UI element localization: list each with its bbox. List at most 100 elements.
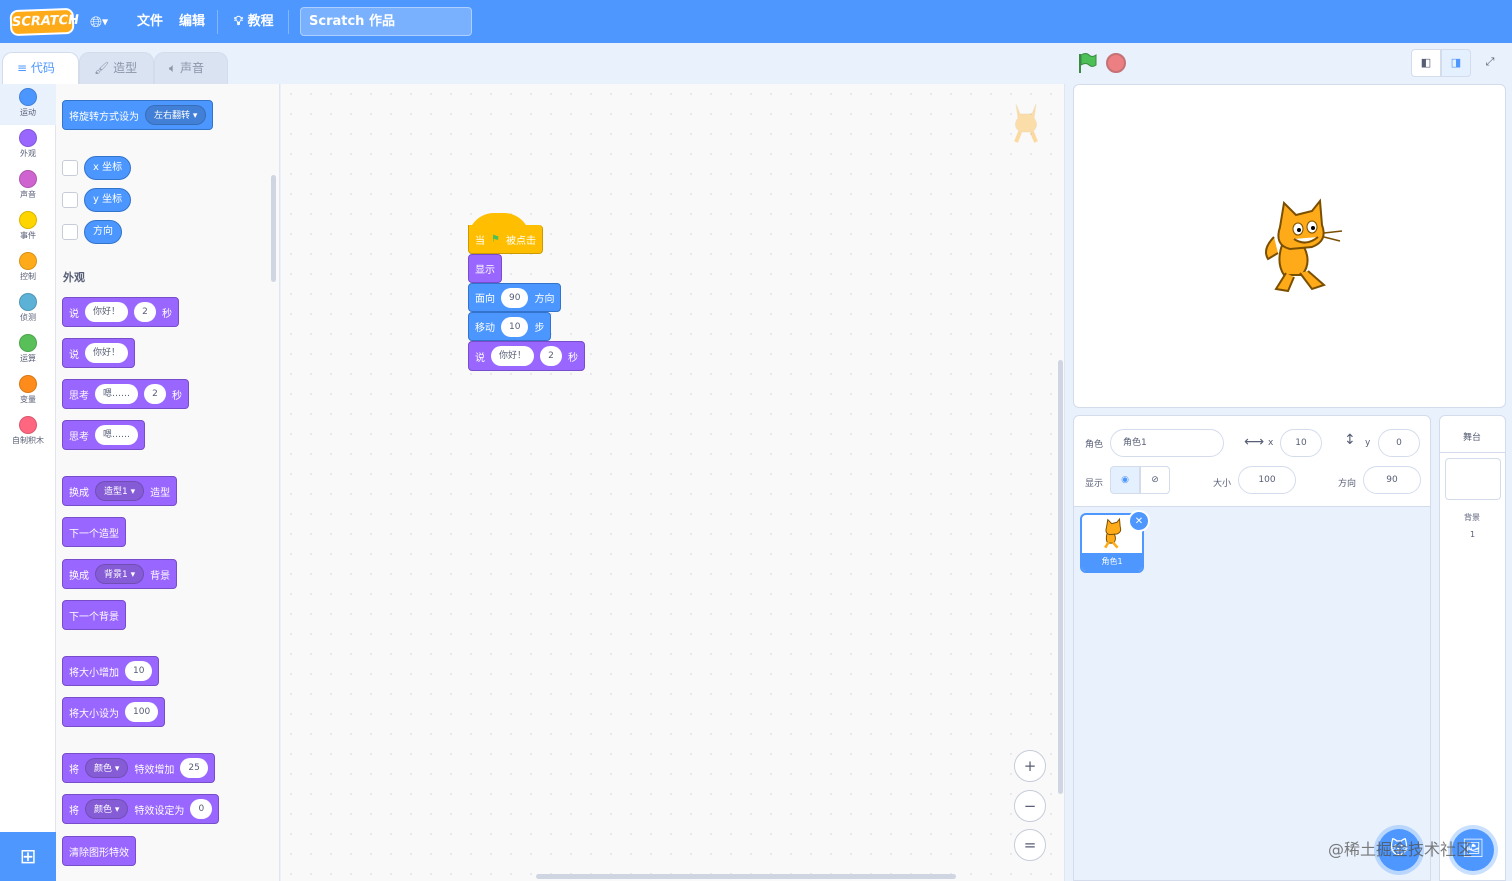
script-when-flag-clicked[interactable]: 当 ⚑ 被点击 (468, 225, 543, 254)
block-switch-costume[interactable]: 换成 造型1 ▾ 造型 (62, 476, 178, 506)
block-change-size[interactable]: 将大小增加 10 (62, 656, 160, 686)
block-next-costume[interactable]: 下一个造型 (62, 517, 126, 547)
delete-sprite-button[interactable]: ✕ (1128, 510, 1150, 532)
costume-dropdown[interactable]: 造型1 ▾ (95, 481, 145, 501)
block-set-size[interactable]: 将大小设为 100 (62, 697, 166, 727)
block-set-rotation-style[interactable]: 将旋转方式设为 左右翻转 ▾ (62, 100, 214, 130)
dropdown-value: 左右翻转 (154, 111, 191, 121)
block-say-for-secs[interactable]: 说 你好！ 2 秒 (62, 297, 180, 327)
category-dot (19, 375, 37, 393)
category-events[interactable]: 事件 (0, 207, 56, 248)
block-think-for-secs[interactable]: 思考 嗯…… 2 秒 (62, 379, 190, 409)
category-motion[interactable]: 运动 (0, 84, 56, 125)
tab-code[interactable]: ≡ 代码 (2, 52, 79, 85)
category-looks[interactable]: 外观 (0, 125, 56, 166)
language-globe-icon[interactable]: 🌐︎▼ (90, 12, 122, 32)
stage-canvas[interactable] (1073, 84, 1506, 408)
message-input[interactable]: 嗯…… (95, 425, 139, 445)
script-move-steps[interactable]: 移动 10 步 (468, 312, 552, 341)
script-point-in-direction[interactable]: 面向 90 方向 (468, 283, 562, 312)
secs-input[interactable]: 2 (144, 384, 167, 404)
size-input[interactable]: 100 (1238, 466, 1296, 494)
direction-input[interactable]: 90 (1363, 466, 1421, 494)
secs-input[interactable]: 2 (540, 346, 563, 366)
rotation-style-dropdown[interactable]: 左右翻转 ▾ (145, 105, 207, 125)
sprite-tile-name: 角色1 (1082, 553, 1142, 571)
script-show[interactable]: 显示 (468, 254, 502, 283)
block-text: 秒 (162, 308, 173, 320)
small-stage-icon: ◧ (1420, 56, 1432, 69)
block-clear-effects[interactable]: 清除图形特效 (62, 836, 136, 866)
project-title-input[interactable]: Scratch 作品 (300, 7, 472, 36)
large-stage-button[interactable]: ◨ (1441, 49, 1471, 77)
category-control[interactable]: 控制 (0, 248, 56, 289)
category-dot (19, 416, 37, 434)
zoom-reset-button[interactable]: = (1014, 829, 1046, 861)
script-workspace[interactable] (281, 84, 1065, 881)
zoom-in-button[interactable]: + (1014, 750, 1046, 782)
block-next-backdrop[interactable]: 下一个背景 (62, 600, 126, 630)
category-label: 变量 (20, 395, 36, 404)
palette-scrollbar[interactable] (271, 175, 276, 282)
edit-menu[interactable]: 编辑 (173, 0, 211, 43)
backdrop-dropdown[interactable]: 背景1 ▾ (95, 564, 145, 584)
message-input[interactable]: 你好！ (491, 346, 535, 366)
direction-checkbox[interactable] (62, 224, 78, 240)
steps-input[interactable]: 10 (501, 316, 529, 337)
show-hidden-button[interactable]: ⊘ (1140, 466, 1170, 494)
sprite-cat-icon (1004, 96, 1048, 146)
message-input[interactable]: 嗯…… (95, 384, 139, 404)
chevron-down-icon: ▾ (130, 487, 136, 497)
show-visible-button[interactable]: ◉ (1110, 466, 1140, 494)
message-input[interactable]: 你好！ (85, 302, 129, 322)
workspace-horizontal-scrollbar[interactable] (536, 874, 956, 879)
block-switch-backdrop[interactable]: 换成 背景1 ▾ 背景 (62, 559, 178, 589)
small-stage-button[interactable]: ◧ (1411, 49, 1441, 77)
x-position-checkbox[interactable] (62, 160, 78, 176)
block-change-effect[interactable]: 将 颜色 ▾ 特效增加 25 (62, 753, 215, 783)
add-extension-button[interactable]: ⊞ (0, 832, 56, 881)
sprite-cat[interactable] (1254, 197, 1346, 297)
effect-value-input[interactable]: 0 (190, 799, 213, 819)
size-input[interactable]: 100 (125, 702, 159, 722)
reporter-x-position[interactable]: x 坐标 (84, 156, 132, 180)
category-dot (19, 88, 37, 106)
tab-costumes[interactable]: 🖌︎ 造型 (79, 52, 154, 84)
category-sensing[interactable]: 侦测 (0, 289, 56, 330)
reporter-y-position[interactable]: y 坐标 (84, 188, 132, 212)
tutorials-button[interactable]: 💡︎ 教程 (228, 0, 280, 43)
category-label: 外观 (20, 149, 36, 158)
x-input[interactable]: 10 (1280, 429, 1322, 457)
stop-button[interactable] (1106, 53, 1126, 73)
block-think[interactable]: 思考 嗯…… (62, 420, 146, 450)
block-say[interactable]: 说 你好！ (62, 338, 136, 368)
size-change-input[interactable]: 10 (125, 661, 153, 681)
block-set-effect[interactable]: 将 颜色 ▾ 特效设定为 0 (62, 794, 220, 824)
zoom-reset-icon: = (1023, 836, 1037, 854)
block-text: 被点击 (505, 235, 536, 247)
script-say-for-secs[interactable]: 说 你好！ 2 秒 (468, 341, 586, 371)
green-flag-button[interactable] (1076, 52, 1098, 74)
category-my-blocks[interactable]: 自制积木 (0, 412, 56, 453)
category-variables[interactable]: 变量 (0, 371, 56, 412)
y-position-checkbox[interactable] (62, 192, 78, 208)
fullscreen-button[interactable]: ⤢ (1475, 49, 1505, 77)
stage-thumbnail[interactable] (1445, 458, 1501, 500)
zoom-out-button[interactable]: − (1014, 790, 1046, 822)
sprite-name-input[interactable]: 角色1 (1110, 429, 1224, 457)
y-input[interactable]: 0 (1378, 429, 1420, 457)
effect-dropdown[interactable]: 颜色 ▾ (85, 799, 129, 819)
scratch-logo[interactable]: SCRATCH (9, 7, 79, 37)
reporter-direction[interactable]: 方向 (84, 220, 122, 244)
workspace-vertical-scrollbar[interactable] (1058, 360, 1063, 794)
effect-dropdown[interactable]: 颜色 ▾ (85, 758, 129, 778)
category-operators[interactable]: 运算 (0, 330, 56, 371)
secs-input[interactable]: 2 (134, 302, 157, 322)
file-menu[interactable]: 文件 (131, 0, 169, 43)
effect-amount-input[interactable]: 25 (180, 758, 208, 778)
tab-sounds[interactable]: 🔈︎ 声音 (154, 52, 228, 84)
direction-input[interactable]: 90 (501, 287, 529, 308)
category-sound[interactable]: 声音 (0, 166, 56, 207)
category-label: 事件 (20, 231, 36, 240)
message-input[interactable]: 你好！ (85, 343, 129, 363)
